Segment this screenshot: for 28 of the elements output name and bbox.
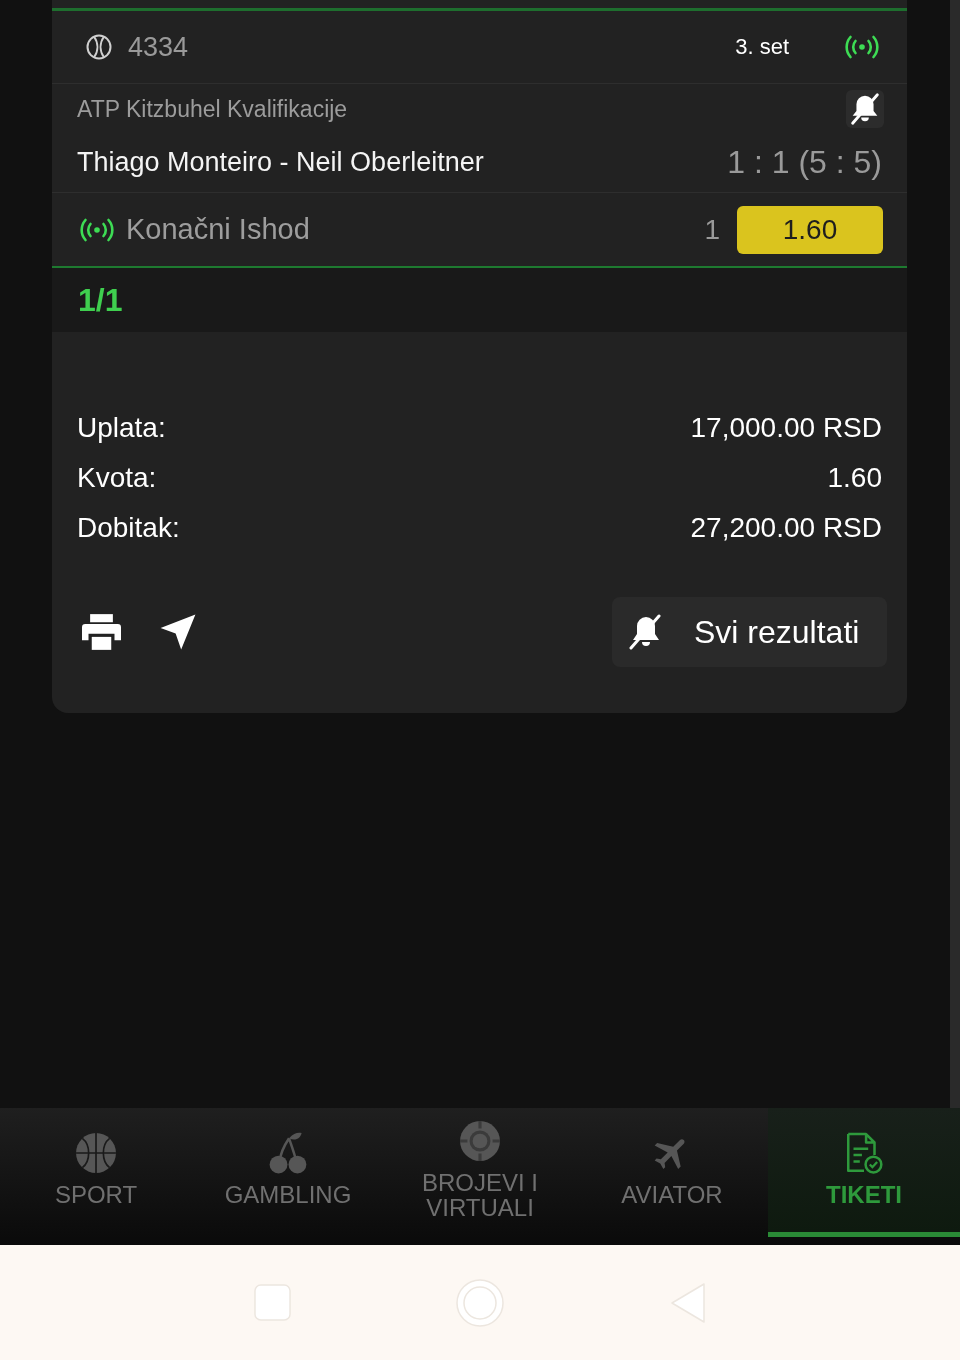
- league-name: ATP Kitzbuhel Kvalifikacije: [77, 95, 348, 123]
- ticket-count: 1/1: [78, 281, 123, 319]
- summary-label: Kvota:: [77, 462, 157, 494]
- odds-button[interactable]: 1.60: [737, 205, 883, 254]
- tennis-ball-icon: [86, 34, 112, 60]
- basketball-icon: [75, 1132, 117, 1175]
- nav-tab[interactable]: TIKETI: [768, 1108, 960, 1237]
- match-title: Thiago Monteiro - Neil Oberleitner: [77, 146, 484, 178]
- match-score: 1 : 1 (5 : 5): [727, 143, 882, 181]
- event-id: 4334: [128, 31, 189, 63]
- summary-value: 17,000.00 RSD: [690, 412, 882, 444]
- market-name: Konačni Ishod: [126, 213, 310, 246]
- summary-value: 27,200.00 RSD: [690, 512, 882, 544]
- nav-tab[interactable]: SPORT: [0, 1108, 192, 1237]
- send-icon[interactable]: [159, 613, 197, 651]
- set-label: 3. set: [735, 34, 789, 60]
- summary-label: Uplata:: [77, 412, 166, 444]
- nav-tab[interactable]: BROJEVI I VIRTUALI: [384, 1108, 576, 1237]
- nav-tab[interactable]: AVIATOR: [576, 1108, 768, 1237]
- all-results-button[interactable]: Svi rezultati: [612, 597, 887, 667]
- print-icon[interactable]: [82, 614, 121, 650]
- nav-tab[interactable]: GAMBLING: [192, 1108, 384, 1237]
- pick-label: 1: [704, 213, 720, 246]
- summary-label: Dobitak:: [77, 512, 180, 544]
- summary-value: 1.60: [827, 462, 882, 494]
- bell-off-icon[interactable]: [846, 90, 884, 128]
- cherries-icon: [267, 1132, 309, 1175]
- chip-icon: [459, 1119, 501, 1162]
